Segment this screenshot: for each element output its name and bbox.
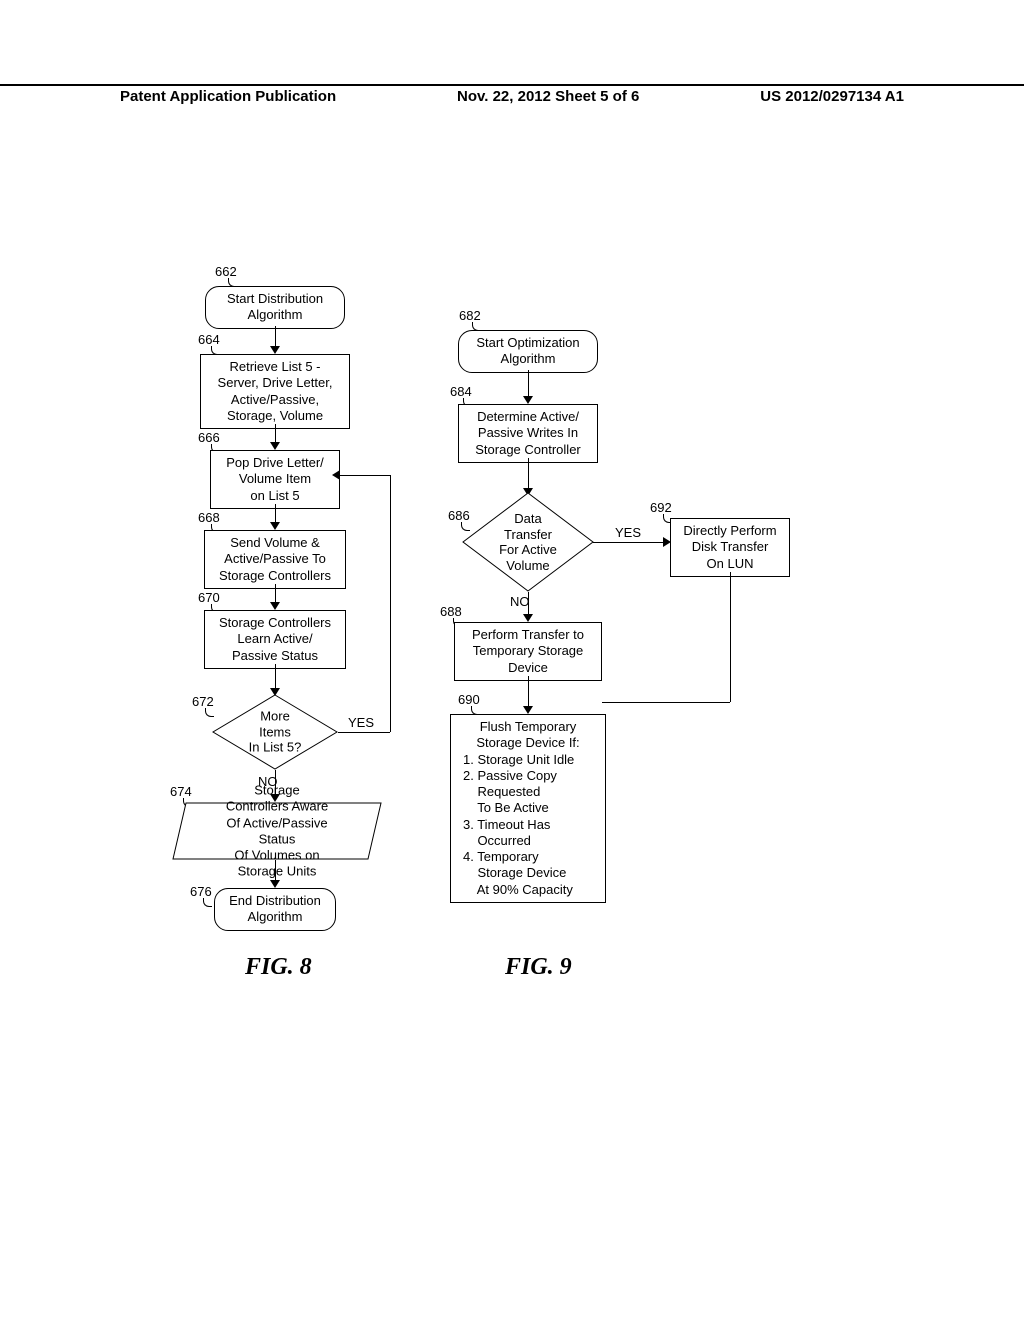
arrow-down-icon <box>523 396 533 404</box>
fig9-flush-rules: Flush Temporary Storage Device If: 1. St… <box>450 714 606 903</box>
arrow-down-icon <box>523 706 533 714</box>
no-label: NO <box>510 594 530 609</box>
ref-668: 668 <box>198 510 220 525</box>
ref-662: 662 <box>215 264 237 279</box>
ref-684: 684 <box>450 384 472 399</box>
fig9-active-volume-label: Data Transfer For Active Volume <box>499 511 557 573</box>
ref-688: 688 <box>440 604 462 619</box>
fig9-temp-transfer-label: Perform Transfer to Temporary Storage De… <box>472 627 584 675</box>
fig9-determine-writes: Determine Active/ Passive Writes In Stor… <box>458 404 598 463</box>
fig9-start-label: Start Optimization Algorithm <box>476 335 579 366</box>
fig8-start-label: Start Distribution Algorithm <box>227 291 323 322</box>
fig8-aware-status: Storage Controllers Aware Of Active/Pass… <box>172 802 382 860</box>
flush-item: 1. Storage Unit Idle <box>463 752 599 768</box>
connector <box>275 424 276 444</box>
fig9-direct-transfer-label: Directly Perform Disk Transfer On LUN <box>683 523 776 571</box>
fig8-send-volume-label: Send Volume & Active/Passive To Storage … <box>219 535 331 583</box>
connector <box>275 584 276 604</box>
fig9-flush-items: 1. Storage Unit Idle 2. Passive Copy Req… <box>457 752 599 898</box>
fig8-end-label: End Distribution Algorithm <box>229 893 321 924</box>
ref-674: 674 <box>170 784 192 799</box>
fig9-determine-writes-label: Determine Active/ Passive Writes In Stor… <box>475 409 581 457</box>
connector <box>275 860 276 882</box>
arrow-down-icon <box>270 346 280 354</box>
ref-676: 676 <box>190 884 212 899</box>
fig9-start-terminator: Start Optimization Algorithm <box>458 330 598 373</box>
connector <box>528 458 529 490</box>
connector <box>730 572 731 702</box>
yes-label: YES <box>348 715 374 730</box>
connector <box>340 475 390 476</box>
ref-672: 672 <box>192 694 214 709</box>
ref-670: 670 <box>198 590 220 605</box>
header-center: Nov. 22, 2012 Sheet 5 of 6 <box>457 88 639 105</box>
fig9-direct-transfer: Directly Perform Disk Transfer On LUN <box>670 518 790 577</box>
fig8-more-items-decision: More Items In List 5? <box>212 694 338 770</box>
fig8-learn-status-label: Storage Controllers Learn Active/ Passiv… <box>219 615 331 663</box>
diagram-area: 662 Start Distribution Algorithm 664 Ret… <box>0 260 1024 1060</box>
arrow-down-icon <box>270 602 280 610</box>
connector <box>275 664 276 690</box>
arrow-down-icon <box>523 614 533 622</box>
ref-692: 692 <box>650 500 672 515</box>
connector <box>528 370 529 398</box>
flush-item: 2. Passive Copy Requested To Be Active <box>463 768 599 817</box>
header-left: Patent Application Publication <box>120 88 336 105</box>
header-right: US 2012/0297134 A1 <box>760 88 904 105</box>
fig9-caption: FIG. 9 <box>505 954 572 981</box>
fig8-start-terminator: Start Distribution Algorithm <box>205 286 345 329</box>
flush-item: 4. Temporary Storage Device At 90% Capac… <box>463 849 599 898</box>
page-header: Patent Application Publication Nov. 22, … <box>0 84 1024 105</box>
fig8-retrieve-list5: Retrieve List 5 - Server, Drive Letter, … <box>200 354 350 429</box>
fig9-flush-head: Flush Temporary Storage Device If: <box>457 719 599 752</box>
fig8-caption: FIG. 8 <box>245 954 312 981</box>
ref-682: 682 <box>459 308 481 323</box>
ref-664: 664 <box>198 332 220 347</box>
fig8-end-terminator: End Distribution Algorithm <box>214 888 336 931</box>
fig9-active-volume-decision: Data Transfer For Active Volume <box>462 492 594 592</box>
fig8-aware-status-label: Storage Controllers Aware Of Active/Pass… <box>225 782 330 880</box>
arrow-down-icon <box>270 522 280 530</box>
connector <box>275 504 276 524</box>
connector <box>593 542 665 543</box>
fig8-pop-item: Pop Drive Letter/ Volume Item on List 5 <box>210 450 340 509</box>
fig8-retrieve-list5-label: Retrieve List 5 - Server, Drive Letter, … <box>218 359 333 423</box>
ref-690: 690 <box>458 692 480 707</box>
fig8-learn-status: Storage Controllers Learn Active/ Passiv… <box>204 610 346 669</box>
hook-icon <box>203 898 212 907</box>
yes-label: YES <box>615 525 641 540</box>
connector <box>602 702 730 703</box>
fig8-more-items-label: More Items In List 5? <box>244 709 307 756</box>
fig8-pop-item-label: Pop Drive Letter/ Volume Item on List 5 <box>226 455 324 503</box>
fig8-send-volume: Send Volume & Active/Passive To Storage … <box>204 530 346 589</box>
arrow-down-icon <box>270 880 280 888</box>
flush-item: 3. Timeout Has Occurred <box>463 817 599 850</box>
connector <box>528 592 529 616</box>
arrow-left-icon <box>332 470 340 480</box>
ref-666: 666 <box>198 430 220 445</box>
connector <box>338 732 390 733</box>
connector <box>275 326 276 348</box>
arrow-down-icon <box>270 442 280 450</box>
connector <box>528 676 529 708</box>
fig9-temp-transfer: Perform Transfer to Temporary Storage De… <box>454 622 602 681</box>
connector <box>390 475 391 732</box>
